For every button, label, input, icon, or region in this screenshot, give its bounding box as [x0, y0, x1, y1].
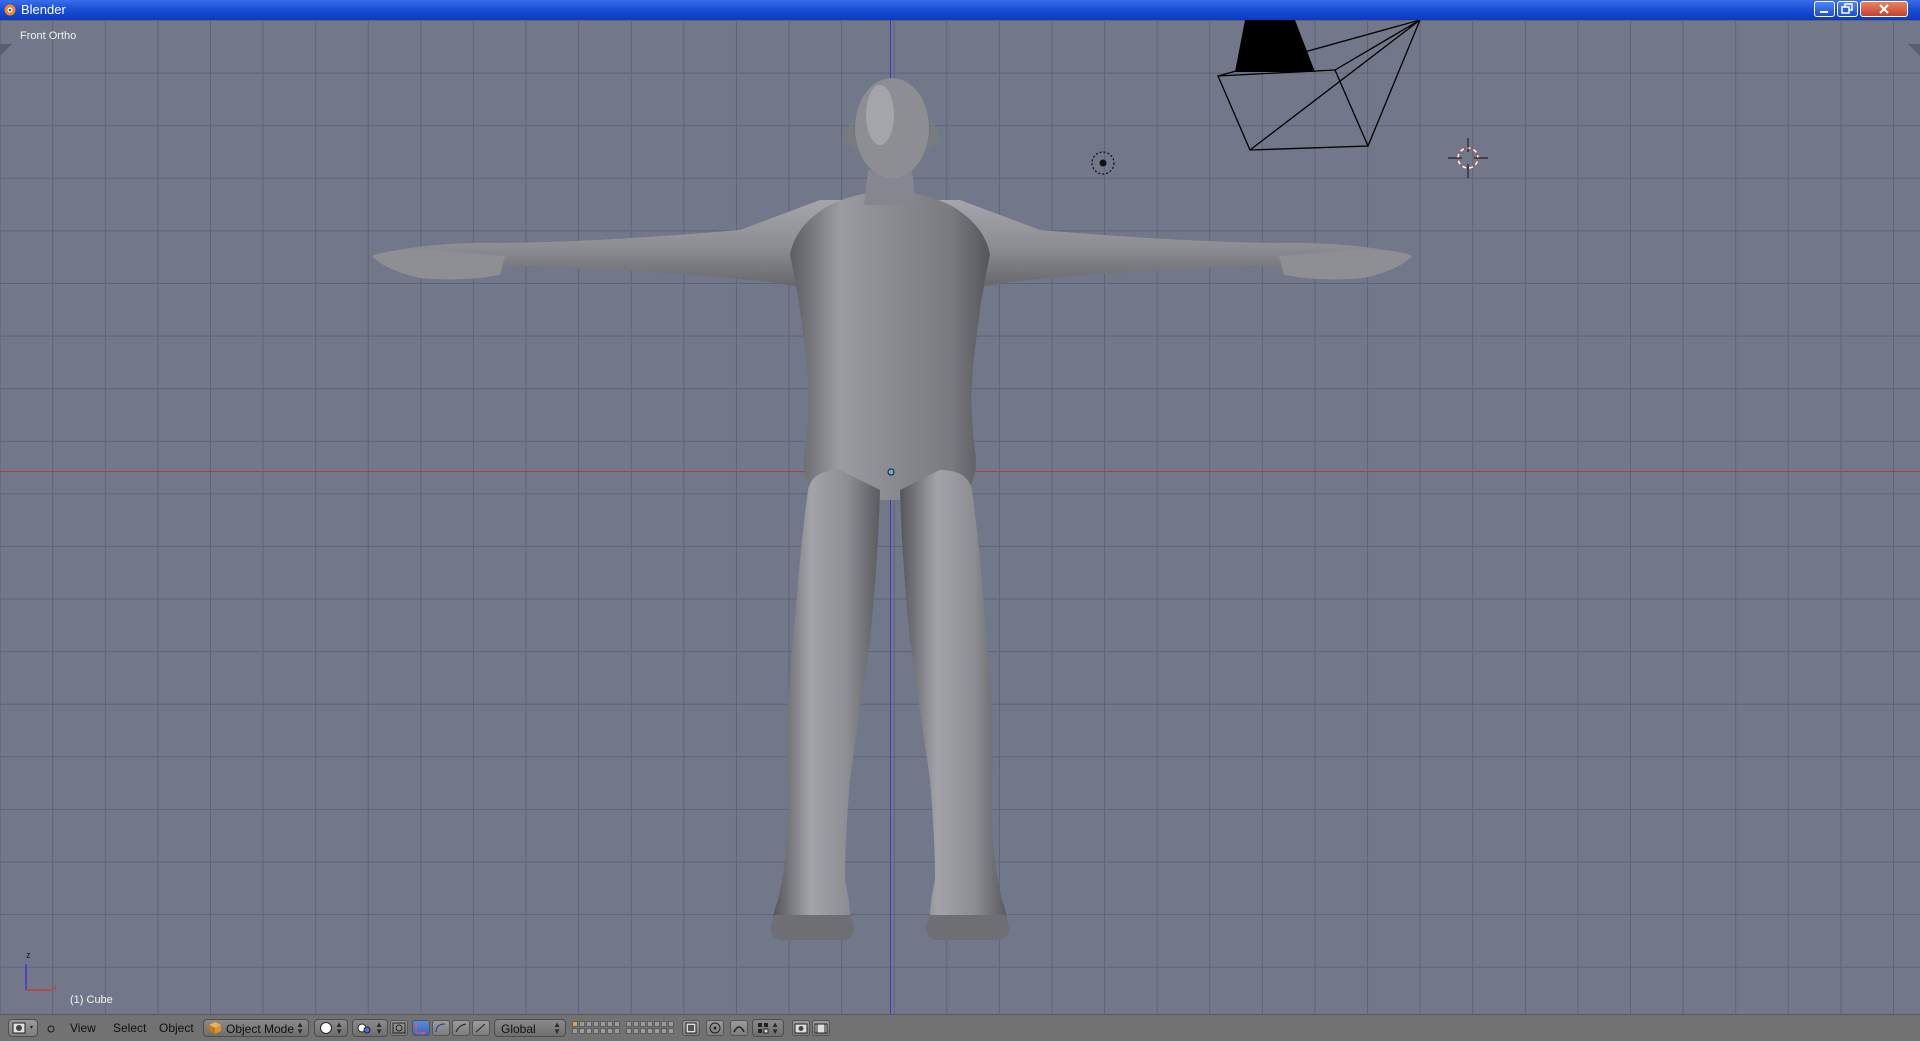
snap-toggle-button[interactable]	[730, 1020, 748, 1036]
maximize-button[interactable]	[1837, 1, 1858, 17]
object-mode-cube-icon	[209, 1022, 221, 1034]
active-object-label: (1) Cube	[70, 994, 113, 1006]
blender-logo-icon	[4, 4, 16, 16]
lock-camera-button[interactable]	[682, 1020, 700, 1036]
human-mesh[interactable]	[0, 20, 1920, 1014]
axis-x-label: x	[52, 982, 57, 992]
title-bar: Blender	[0, 0, 1920, 20]
render-animation-button[interactable]	[812, 1020, 830, 1036]
mode-label: Object Mode	[226, 1022, 295, 1036]
proportional-edit-icon	[709, 1022, 721, 1034]
viewport-shading-selector[interactable]: ▲ ▼	[314, 1019, 348, 1037]
manipulator-rotate[interactable]	[432, 1020, 450, 1036]
pivot-point-selector[interactable]: ▲ ▼	[352, 1019, 388, 1037]
editor-type-button[interactable]	[8, 1019, 38, 1037]
render-animation-icon	[814, 1023, 828, 1034]
minimize-button[interactable]	[1814, 1, 1835, 17]
manipulator-scale[interactable]	[452, 1020, 470, 1036]
snap-element-icon	[758, 1023, 769, 1034]
3d-cursor-icon[interactable]	[1448, 138, 1488, 178]
maximize-icon	[1841, 3, 1853, 14]
window-title: Blender	[21, 2, 66, 17]
render-still-button[interactable]	[792, 1020, 810, 1036]
lamp-icon[interactable]	[1088, 148, 1118, 178]
layers-icon[interactable]	[572, 1021, 578, 1027]
close-button[interactable]	[1860, 1, 1908, 17]
orientation-label: Global	[501, 1022, 536, 1036]
snap-icon	[733, 1026, 745, 1033]
manipulator-toggle[interactable]	[390, 1020, 408, 1036]
manipulator-icon	[392, 1022, 406, 1034]
normal-icon	[475, 1023, 486, 1033]
corner-widget-left[interactable]	[0, 44, 12, 56]
shading-arrows: ▲ ▼	[335, 1020, 343, 1036]
transform-orientation-selector[interactable]: Global ▲ ▼	[494, 1019, 566, 1037]
layer-lock-icon	[685, 1022, 697, 1034]
proportional-edit-button[interactable]	[706, 1020, 724, 1036]
3d-viewport[interactable]: Front Ortho z x (1) Cube	[0, 20, 1920, 1014]
menu-select[interactable]: Select	[113, 1021, 146, 1035]
manipulator-translate[interactable]	[412, 1020, 430, 1036]
minimize-icon	[1820, 11, 1828, 13]
snap-element-selector[interactable]: ▲ ▼	[752, 1019, 784, 1037]
menu-object[interactable]: Object	[159, 1021, 194, 1035]
pivot-point-icon	[357, 1023, 371, 1034]
orientation-arrows: ▲ ▼	[553, 1020, 561, 1036]
layers-block-2[interactable]	[626, 1020, 674, 1036]
menu-toggle-icon[interactable]	[46, 1024, 56, 1034]
viewport-header: View Select Object Object Mode ▲ ▼ ▲ ▼ ▲ ▼	[0, 1014, 1920, 1041]
layers-block-1[interactable]	[572, 1020, 620, 1036]
render-icon	[794, 1023, 808, 1034]
axis-gizmo: z x	[18, 950, 68, 994]
axis-z-label: z	[26, 950, 31, 960]
mode-selector[interactable]: Object Mode ▲ ▼	[203, 1019, 309, 1037]
editor-type-icon	[12, 1022, 33, 1034]
pivot-arrows: ▲ ▼	[375, 1020, 383, 1036]
manipulator-extra[interactable]	[472, 1020, 490, 1036]
viewport-shading-icon	[320, 1022, 332, 1034]
view-name-label: Front Ortho	[20, 30, 77, 42]
rotate-icon	[435, 1023, 446, 1033]
menu-view[interactable]: View	[70, 1021, 96, 1035]
camera-icon[interactable]	[1210, 20, 1430, 158]
scale-icon	[455, 1023, 467, 1033]
mode-arrows: ▲ ▼	[296, 1020, 304, 1036]
snap-arrows: ▲ ▼	[771, 1020, 779, 1036]
translate-icon	[414, 1023, 426, 1035]
corner-widget-right[interactable]	[1908, 44, 1920, 56]
close-icon	[1879, 4, 1889, 14]
